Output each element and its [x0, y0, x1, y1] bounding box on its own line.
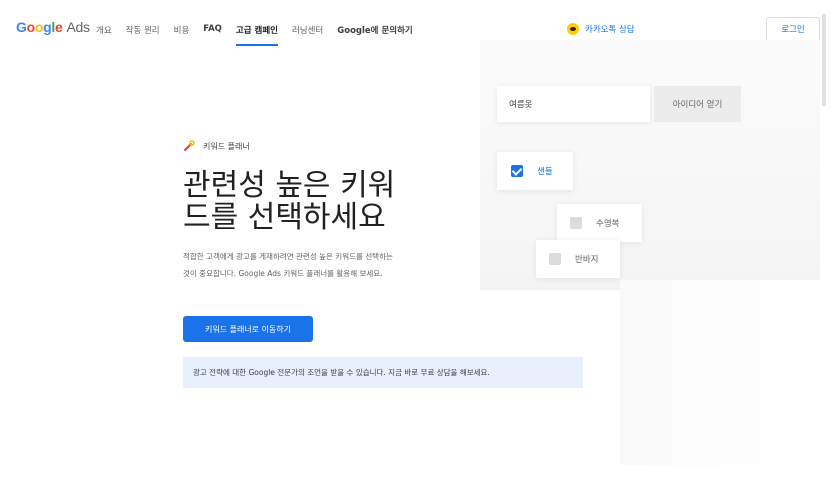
keyword-chip-shorts: 반바지: [536, 240, 620, 278]
nav-item-cost[interactable]: 비용: [174, 24, 190, 36]
login-button[interactable]: 로그인: [766, 17, 820, 41]
kakao-consult-link[interactable]: 카카오톡 상담: [567, 23, 635, 35]
checkbox-unchecked-icon: [549, 253, 561, 265]
nav-item-how-it-works[interactable]: 작동 원리: [126, 24, 160, 36]
checkbox-checked-icon: [511, 165, 523, 177]
ads-wordmark: Ads: [66, 19, 90, 35]
illustration-shadow: [620, 280, 820, 465]
nav-menu: 개요 작동 원리 비용 FAQ 고급 캠페인 러닝센터 Google에 문의하기: [96, 24, 427, 46]
nav-item-overview[interactable]: 개요: [96, 24, 112, 36]
eyebrow: 키워드 플래너: [183, 140, 250, 152]
eyebrow-label: 키워드 플래너: [203, 141, 250, 151]
google-wordmark: Google: [16, 19, 63, 35]
keyword-planner-button[interactable]: 키워드 플래너로 이동하기: [183, 316, 313, 342]
keyword-label: 반바지: [575, 255, 599, 265]
kakaotalk-icon: [567, 23, 579, 35]
keyword-search-input: 여름옷: [497, 86, 650, 122]
get-ideas-button: 아이디어 얻기: [654, 86, 741, 122]
checkbox-unchecked-icon: [570, 217, 582, 229]
nav-item-learning-center[interactable]: 러닝센터: [292, 24, 323, 36]
keyword-chip-sandals: 샌들: [497, 152, 573, 190]
hero-headline: 관련성 높은 키워드를 선택하세요: [183, 168, 396, 235]
nav-item-advanced-campaigns[interactable]: 고급 캠페인: [235, 24, 279, 46]
google-ads-logo[interactable]: Google Ads: [16, 19, 90, 35]
kakao-consult-label: 카카오톡 상담: [585, 25, 635, 35]
keyword-label: 수영복: [596, 219, 620, 229]
hero-description: 적합한 고객에게 광고를 게재하려면 관련성 높은 키워드를 선택하는 것이 중…: [183, 252, 393, 278]
nav-item-contact-google[interactable]: Google에 문의하기: [337, 24, 412, 36]
keyword-chip-swimsuit: 수영복: [557, 204, 642, 242]
keyword-label: 샌들: [537, 167, 553, 177]
consult-notice: 광고 전략에 대한 Google 전문가의 조언을 받을 수 있습니다. 지금 …: [183, 357, 583, 388]
nav-item-faq[interactable]: FAQ: [203, 24, 222, 36]
scrollbar-thumb[interactable]: [822, 14, 826, 106]
wrench-icon: [184, 140, 195, 151]
